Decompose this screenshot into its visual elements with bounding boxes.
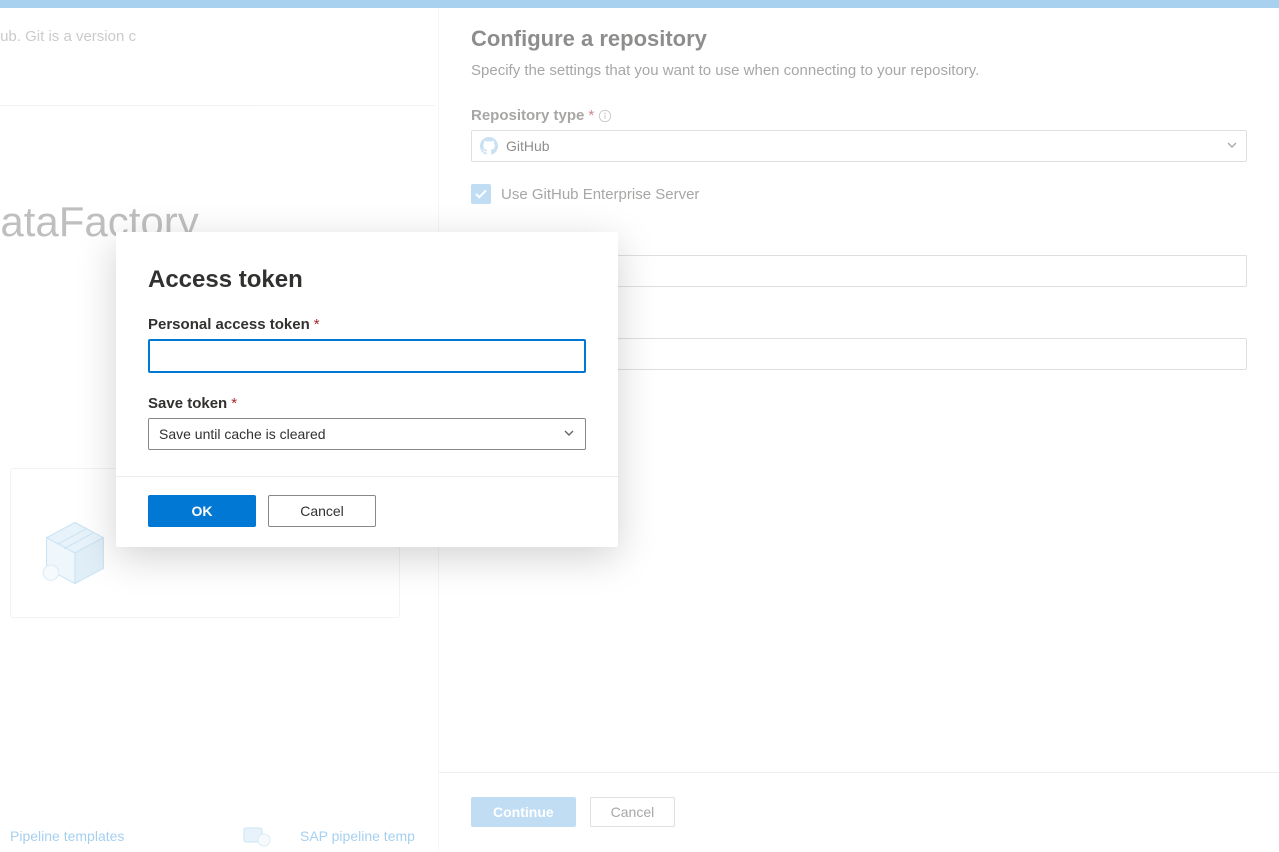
modal-footer: OK Cancel bbox=[116, 476, 618, 547]
chevron-down-icon bbox=[563, 426, 575, 442]
required-asterisk: * bbox=[314, 316, 320, 333]
personal-access-token-input[interactable] bbox=[148, 339, 586, 373]
bg-template-link-2: SAP pipeline temp bbox=[300, 828, 415, 844]
panel-footer: Continue Cancel bbox=[439, 772, 1279, 850]
sap-tile-icon bbox=[240, 820, 272, 852]
checkmark-icon bbox=[474, 187, 488, 201]
info-icon bbox=[598, 109, 612, 123]
save-token-value: Save until cache is cleared bbox=[159, 426, 326, 442]
ok-button[interactable]: OK bbox=[148, 495, 256, 527]
save-token-select[interactable]: Save until cache is cleared bbox=[148, 418, 586, 450]
isometric-cube-icon bbox=[40, 518, 110, 588]
repo-type-select[interactable]: GitHub bbox=[471, 130, 1247, 162]
required-asterisk: * bbox=[231, 395, 237, 412]
access-token-modal: Access token Personal access token * Sav… bbox=[116, 232, 618, 547]
repo-type-label: Repository type * bbox=[471, 107, 1247, 124]
chevron-down-icon bbox=[1226, 138, 1238, 154]
repo-type-value: GitHub bbox=[506, 138, 550, 154]
panel-subtitle: Specify the settings that you want to us… bbox=[471, 62, 1247, 79]
bg-description-fragment: tory with either Azure DevOps or GitHub.… bbox=[0, 28, 136, 45]
save-token-label: Save token * bbox=[148, 395, 586, 412]
bg-template-link-1: Pipeline templates bbox=[10, 828, 124, 844]
save-token-label-text: Save token bbox=[148, 395, 227, 412]
required-asterisk: * bbox=[588, 107, 594, 124]
panel-cancel-button[interactable]: Cancel bbox=[590, 797, 676, 827]
github-icon bbox=[480, 137, 498, 155]
panel-title: Configure a repository bbox=[471, 26, 1247, 52]
use-enterprise-checkbox[interactable] bbox=[471, 184, 491, 204]
use-enterprise-label: Use GitHub Enterprise Server bbox=[501, 186, 699, 203]
personal-access-token-label: Personal access token * bbox=[148, 316, 586, 333]
modal-title: Access token bbox=[148, 266, 586, 294]
continue-button[interactable]: Continue bbox=[471, 797, 576, 827]
personal-access-token-label-text: Personal access token bbox=[148, 316, 310, 333]
modal-cancel-button[interactable]: Cancel bbox=[268, 495, 376, 527]
repo-type-label-text: Repository type bbox=[471, 107, 584, 124]
top-banner-strip bbox=[0, 0, 1279, 8]
